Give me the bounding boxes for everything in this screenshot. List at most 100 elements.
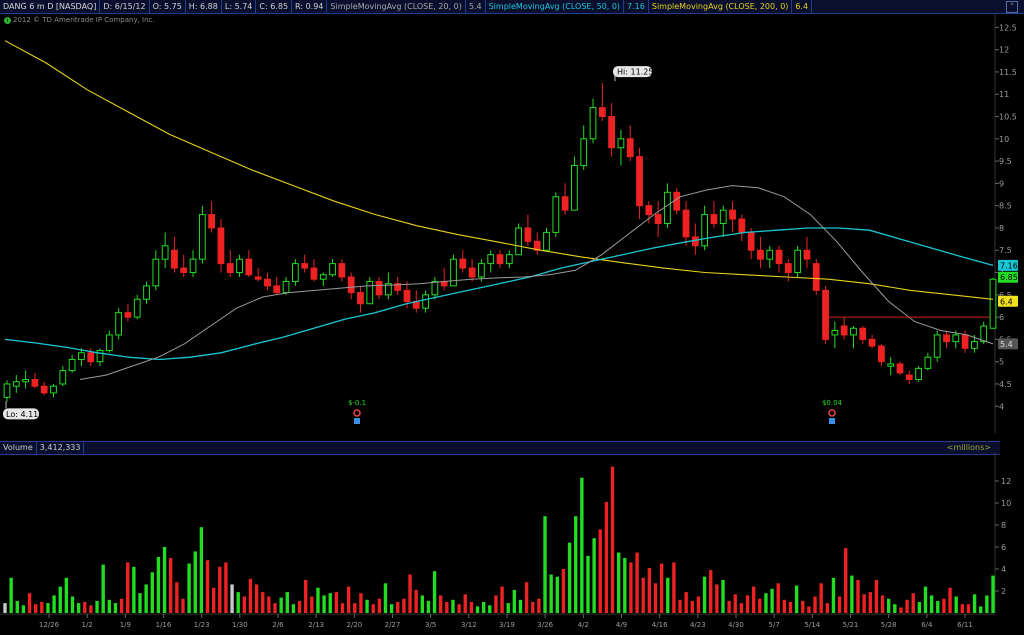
candle-body xyxy=(12,381,20,387)
price-tick-label: 9.5 xyxy=(999,157,1012,166)
volume-bar xyxy=(389,604,394,613)
volume-tick-label: 12 xyxy=(1001,477,1011,486)
volume-bar xyxy=(475,606,480,613)
volume-bar xyxy=(451,599,455,613)
candle-body xyxy=(794,249,802,274)
candle-body xyxy=(180,267,188,274)
candle-body xyxy=(561,196,569,211)
volume-bar xyxy=(169,558,173,613)
volume-bar xyxy=(267,596,271,613)
volume-bar xyxy=(715,584,719,613)
candle-body xyxy=(459,258,467,269)
candle-body xyxy=(664,191,671,224)
price-tick-label: 8.5 xyxy=(999,202,1012,211)
candle-body xyxy=(552,196,560,233)
volume-bar xyxy=(917,602,922,613)
volume-bar xyxy=(506,603,510,613)
volume-bar xyxy=(531,602,535,613)
candle-body xyxy=(971,341,978,349)
x-tick-label: 3/5 xyxy=(425,621,436,629)
volume-bar xyxy=(948,587,952,613)
volume-bar xyxy=(801,600,805,613)
volume-bar xyxy=(929,595,934,613)
candle-body xyxy=(617,138,625,149)
candle-body xyxy=(896,363,904,374)
x-tick-label: 1/23 xyxy=(194,621,210,629)
volume-bar xyxy=(426,600,431,613)
candle-body xyxy=(654,214,662,225)
volume-bar xyxy=(923,586,928,613)
volume-bar xyxy=(893,604,897,613)
candle-body xyxy=(719,209,727,224)
candle-body xyxy=(198,214,206,260)
price-tick-label: 8 xyxy=(999,224,1004,233)
volume-bar xyxy=(874,580,879,613)
volume-tick-label: 6 xyxy=(1001,543,1006,552)
candle-body xyxy=(608,116,616,149)
volume-bar xyxy=(340,603,345,613)
candle-body xyxy=(915,367,922,381)
volume-bar xyxy=(574,516,578,613)
candle-body xyxy=(673,191,681,211)
candle-body xyxy=(738,218,746,233)
volume-bar xyxy=(751,586,756,613)
candle-body xyxy=(468,267,476,278)
volume-bar xyxy=(831,577,836,613)
candle-body xyxy=(87,352,95,363)
volume-bar xyxy=(138,593,142,613)
x-tick-label: 2/27 xyxy=(385,621,401,629)
volume-bar xyxy=(353,603,357,613)
volume-bar xyxy=(647,567,652,613)
candle-body xyxy=(226,263,234,274)
event-marker-icon xyxy=(828,409,836,417)
volume-bar xyxy=(524,582,529,613)
volume-bar xyxy=(144,584,148,613)
volume-bar xyxy=(119,598,124,613)
x-tick-label: 1/2 xyxy=(82,621,93,629)
volume-bar xyxy=(359,593,363,613)
x-tick-label: 4/30 xyxy=(728,621,744,629)
volume-bar xyxy=(862,594,866,613)
volume-bar xyxy=(739,603,744,613)
volume-bar xyxy=(15,600,19,613)
candle-body xyxy=(961,334,969,349)
volume-bar xyxy=(402,598,406,613)
x-tick-label: 5/21 xyxy=(843,621,859,629)
volume-bar xyxy=(236,592,240,613)
volume-bar xyxy=(27,593,32,613)
volume-bar xyxy=(850,575,854,613)
x-tick-label: 4/9 xyxy=(616,621,627,629)
volume-bar xyxy=(230,584,234,613)
volume-tick-label: 10 xyxy=(1001,499,1011,508)
volume-bar xyxy=(494,595,498,613)
candle-body xyxy=(50,385,57,394)
volume-bar xyxy=(972,594,977,613)
candle-body xyxy=(273,285,281,294)
x-tick-label: 3/12 xyxy=(461,621,477,629)
x-tick-label: 4/16 xyxy=(652,621,668,629)
volume-bar xyxy=(113,603,118,613)
volume-bar xyxy=(899,607,903,613)
sma50-line xyxy=(4,227,994,361)
volume-bar xyxy=(825,603,829,613)
volume-chart[interactable]: 2 4 6 8 10 12 12/26 1/2 1/9 1/16 1/23 1/30 2/6 2/13 2/… xyxy=(0,453,1024,635)
candle-body xyxy=(682,209,690,238)
chart-window: DANG 6 m D [NASDAQ] D: 6/15/12 O: 5.75 H: 6… xyxy=(0,0,1024,635)
candle-body xyxy=(924,356,932,369)
volume-bar xyxy=(242,596,247,613)
price-chart[interactable]: 44.555.566.577.588.599.51010.51111.51212… xyxy=(0,0,1024,441)
volume-bar xyxy=(365,599,369,613)
candle-body xyxy=(701,214,709,247)
volume-bar xyxy=(40,602,44,613)
x-tick-label: 2/13 xyxy=(308,621,324,629)
volume-bar xyxy=(586,555,590,613)
volume-bar xyxy=(70,596,75,613)
candle-body xyxy=(161,245,169,260)
volume-bar xyxy=(623,558,627,613)
candle-body xyxy=(450,258,457,287)
x-tick-label: 4/23 xyxy=(690,621,706,629)
candle-body xyxy=(319,274,327,280)
volume-bar xyxy=(126,562,130,613)
volume-bar xyxy=(445,602,449,613)
volume-bar xyxy=(205,560,210,613)
